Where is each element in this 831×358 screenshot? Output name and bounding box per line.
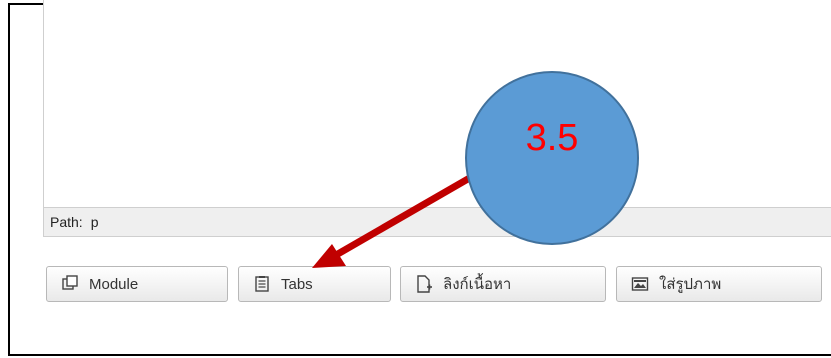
annotation-arrow xyxy=(334,168,482,259)
step-label: 3.5 xyxy=(526,117,579,159)
annotation-overlay: 3.5 xyxy=(312,71,639,268)
